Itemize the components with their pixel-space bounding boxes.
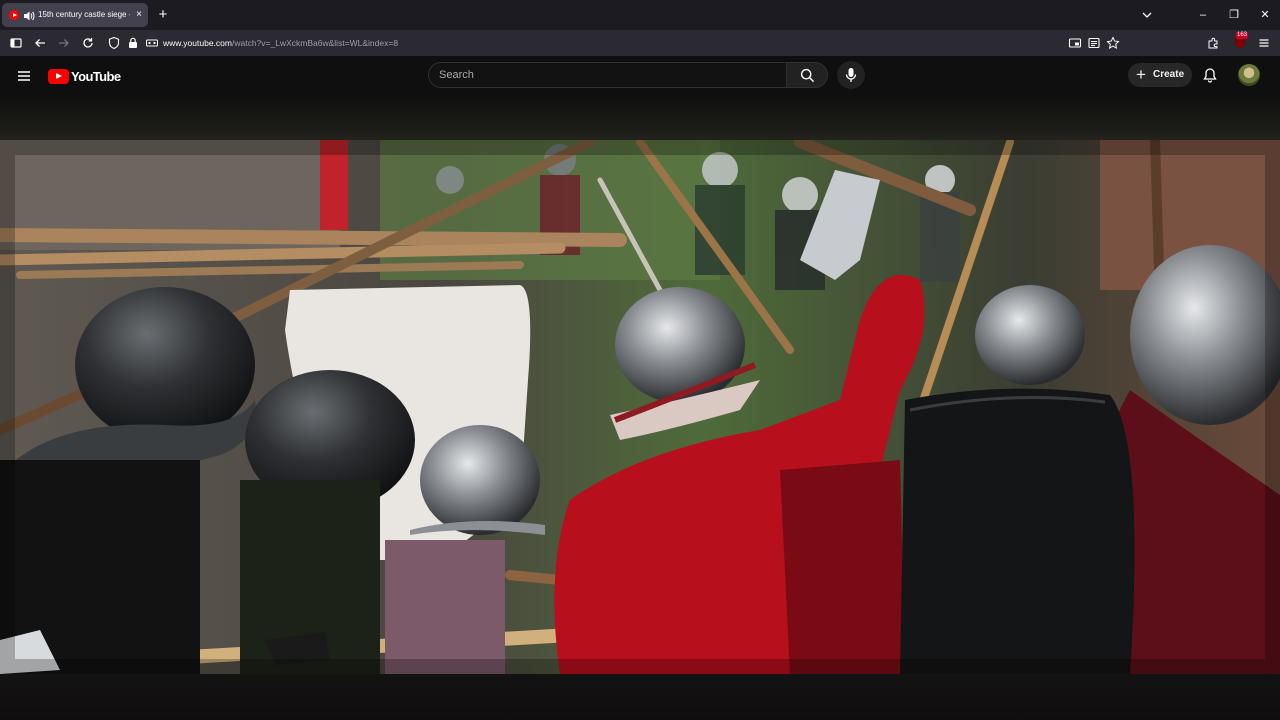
speaker-icon[interactable] xyxy=(23,9,35,21)
shield-icon[interactable] xyxy=(107,36,121,50)
address-bar-url[interactable]: www.youtube.com/watch?v=_LwXckmBa6w&list… xyxy=(163,36,398,50)
url-path: /watch?v=_LwXckmBa6w&list=WL&index=8 xyxy=(231,38,399,48)
player-top-letterbox xyxy=(0,96,1280,140)
notifications-bell-icon[interactable] xyxy=(1202,67,1218,83)
picture-in-picture-icon[interactable] xyxy=(1068,36,1082,50)
player-bottom-letterbox xyxy=(0,674,1280,720)
youtube-logo-text: YouTube xyxy=(71,68,121,84)
avatar[interactable] xyxy=(1238,64,1260,86)
create-plus-icon: + xyxy=(1136,65,1146,84)
create-label: Create xyxy=(1153,69,1185,80)
minimize-button[interactable]: – xyxy=(1193,5,1213,25)
microphone-icon xyxy=(845,68,857,82)
sidebar-icon[interactable] xyxy=(9,36,23,50)
video-player[interactable] xyxy=(0,96,1280,720)
ublock-badge-count: 163 xyxy=(1236,32,1249,39)
youtube-logo[interactable]: YouTube xyxy=(48,67,121,85)
browser-tab-strip: 15th century castle siege - × + – ❐ ✕ xyxy=(0,0,1280,30)
back-arrow-icon[interactable] xyxy=(33,36,47,50)
url-host: www.youtube.com xyxy=(163,38,232,48)
window-close-button[interactable]: ✕ xyxy=(1255,5,1275,25)
bookmark-star-icon[interactable] xyxy=(1106,36,1120,50)
browser-nav-bar: www.youtube.com/watch?v=_LwXckmBa6w&list… xyxy=(0,30,1280,56)
reload-icon[interactable] xyxy=(81,36,95,50)
extensions-icon[interactable] xyxy=(1206,36,1220,50)
guide-menu-icon[interactable] xyxy=(16,68,32,84)
restore-button[interactable]: ❐ xyxy=(1224,5,1244,25)
permissions-icon[interactable] xyxy=(145,36,159,50)
video-frame[interactable] xyxy=(0,125,1280,689)
reader-view-icon[interactable] xyxy=(1087,36,1101,50)
search-icon xyxy=(800,68,815,83)
tab-title: 15th century castle siege - xyxy=(38,10,130,19)
chevron-down-icon[interactable] xyxy=(1140,8,1154,22)
new-tab-button[interactable]: + xyxy=(155,6,171,24)
battle-scene-image xyxy=(0,125,1280,689)
youtube-masthead: YouTube + Create xyxy=(0,56,1280,96)
create-button[interactable]: + Create xyxy=(1128,63,1192,87)
search-button[interactable] xyxy=(786,62,828,88)
close-icon[interactable]: × xyxy=(133,8,145,22)
voice-search-button[interactable] xyxy=(837,61,865,89)
lock-icon[interactable] xyxy=(126,36,140,50)
browser-tab-active[interactable]: 15th century castle siege - × xyxy=(2,3,148,27)
forward-arrow-icon[interactable] xyxy=(57,36,71,50)
youtube-play-logo-icon xyxy=(48,68,69,84)
hamburger-menu-icon[interactable] xyxy=(1257,36,1271,50)
youtube-favicon xyxy=(9,10,19,20)
search-box xyxy=(428,62,786,88)
search-input[interactable] xyxy=(439,67,769,83)
